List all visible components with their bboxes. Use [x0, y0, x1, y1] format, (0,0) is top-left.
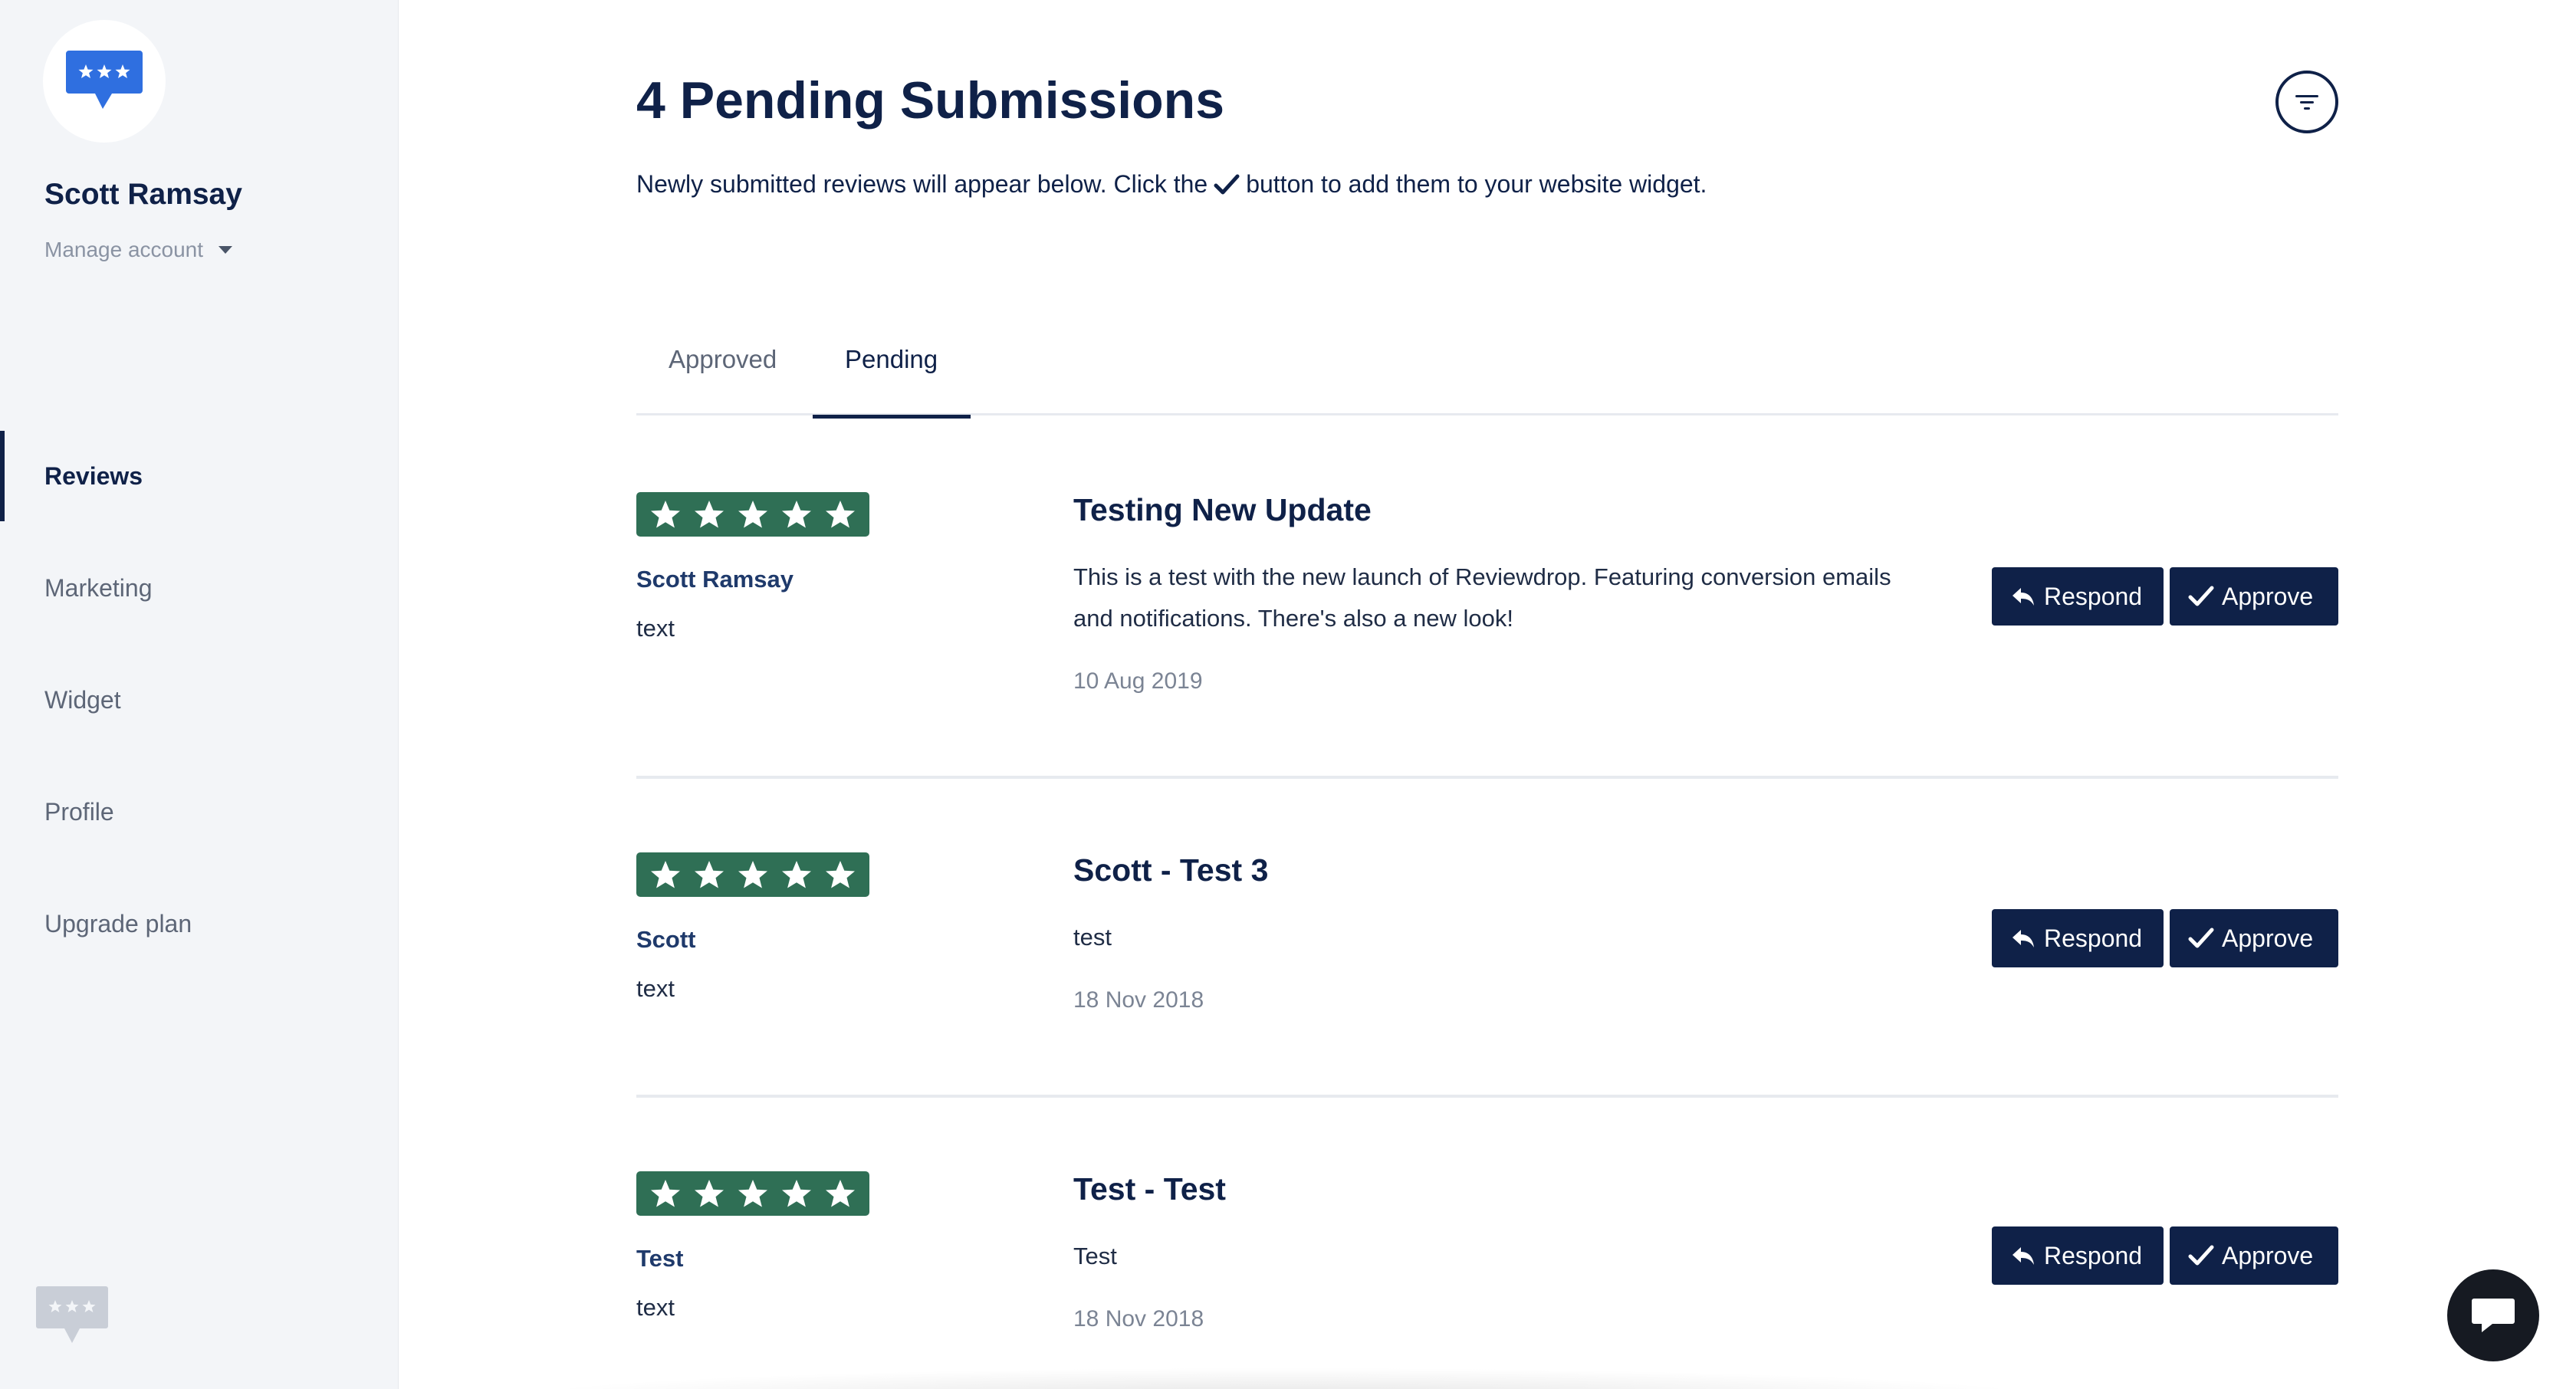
- approve-label: Approve: [2222, 582, 2314, 610]
- review-source: text: [636, 615, 675, 642]
- respond-button[interactable]: Respond: [1992, 1226, 2164, 1285]
- nav-item-marketing[interactable]: Marketing: [0, 543, 398, 633]
- page-subtitle: Newly submitted reviews will appear belo…: [636, 170, 1707, 199]
- filter-lines-icon: [2295, 95, 2318, 110]
- sidebar-logo-icon: [36, 1286, 108, 1343]
- respond-label: Respond: [2044, 1241, 2143, 1269]
- star-icon: [695, 861, 724, 888]
- page-title: 4 Pending Submissions: [636, 71, 1225, 130]
- row-divider: [636, 1095, 2338, 1098]
- star-icon: [651, 1180, 681, 1207]
- star-icon: [825, 501, 855, 528]
- review-body: test: [1073, 924, 1112, 951]
- star-icon: [781, 1180, 811, 1207]
- approve-label: Approve: [2222, 924, 2314, 952]
- nav-item-profile[interactable]: Profile: [0, 767, 398, 857]
- checkmark-icon: [1214, 174, 1240, 194]
- review-author: Scott Ramsay: [636, 566, 794, 593]
- main-nav: Reviews Marketing Widget Profile Upgrade…: [0, 431, 398, 990]
- review-date: 10 Aug 2019: [1073, 668, 1203, 694]
- chevron-down-icon: [219, 246, 233, 254]
- bottom-shadow: [506, 1368, 2062, 1389]
- review-title: Test - Test: [1073, 1171, 1226, 1207]
- review-row: Scott Ramsay text Testing New Update Thi…: [636, 492, 2338, 776]
- star-icon: [825, 861, 855, 888]
- review-date: 18 Nov 2018: [1073, 987, 1204, 1013]
- review-body: This is a test with the new launch of Re…: [1073, 563, 1891, 632]
- review-row: Scott text Scott - Test 3 test 18 Nov 20…: [636, 852, 2338, 1095]
- review-actions: Respond Approve: [1992, 567, 2338, 626]
- reply-arrow-icon: [2013, 1247, 2034, 1265]
- respond-button[interactable]: Respond: [1992, 567, 2164, 626]
- account-name: Scott Ramsay: [44, 178, 242, 211]
- respond-label: Respond: [2044, 924, 2143, 952]
- manage-account-dropdown[interactable]: Manage account: [44, 238, 233, 262]
- approve-button[interactable]: Approve: [2170, 1226, 2338, 1285]
- checkmark-icon: [2188, 586, 2214, 606]
- star-icon: [695, 501, 724, 528]
- review-tabs: Approved Pending: [636, 330, 2338, 419]
- review-author: Scott: [636, 926, 696, 953]
- star-rating: [636, 492, 869, 537]
- review-title: Testing New Update: [1073, 492, 1372, 527]
- speech-bubble-stars-icon: [66, 51, 143, 109]
- sidebar: Scott Ramsay Manage account Reviews Mark…: [0, 0, 399, 1389]
- reply-arrow-icon: [2013, 930, 2034, 947]
- review-source: text: [636, 1294, 675, 1321]
- reply-arrow-icon: [2013, 588, 2034, 606]
- subtitle-text-after: button to add them to your website widge…: [1246, 170, 1707, 198]
- checkmark-icon: [2188, 928, 2214, 948]
- review-actions: Respond Approve: [1992, 1226, 2338, 1285]
- avatar[interactable]: [43, 20, 166, 143]
- nav-item-upgrade-plan[interactable]: Upgrade plan: [0, 878, 398, 969]
- star-icon: [738, 861, 767, 888]
- approve-label: Approve: [2222, 1241, 2314, 1269]
- star-icon: [738, 1180, 767, 1207]
- chat-widget-button[interactable]: [2447, 1269, 2539, 1361]
- review-title: Scott - Test 3: [1073, 852, 1269, 888]
- checkmark-icon: [2188, 1245, 2214, 1266]
- subtitle-text-before: Newly submitted reviews will appear belo…: [636, 170, 1208, 198]
- star-icon: [651, 861, 681, 888]
- manage-account-label: Manage account: [44, 238, 204, 261]
- tab-pending[interactable]: Pending: [813, 330, 971, 419]
- star-icon: [738, 501, 767, 528]
- respond-button[interactable]: Respond: [1992, 909, 2164, 967]
- approve-button[interactable]: Approve: [2170, 567, 2338, 626]
- row-divider: [636, 776, 2338, 779]
- star-icon: [781, 861, 811, 888]
- filter-button[interactable]: [2275, 71, 2338, 133]
- tab-approved[interactable]: Approved: [636, 330, 813, 415]
- star-icon: [781, 501, 811, 528]
- star-icon: [695, 1180, 724, 1207]
- review-author: Test: [636, 1245, 684, 1272]
- chat-bubble-icon: [2472, 1299, 2515, 1332]
- star-icon: [825, 1180, 855, 1207]
- review-body: Test: [1073, 1243, 1117, 1269]
- star-rating: [636, 1171, 869, 1216]
- nav-item-widget[interactable]: Widget: [0, 655, 398, 745]
- respond-label: Respond: [2044, 582, 2143, 610]
- star-icon: [651, 501, 681, 528]
- star-rating: [636, 852, 869, 897]
- nav-item-reviews[interactable]: Reviews: [0, 431, 398, 521]
- review-actions: Respond Approve: [1992, 909, 2338, 967]
- review-date: 18 Nov 2018: [1073, 1306, 1204, 1332]
- review-row: Test text Test - Test Test 18 Nov 2018 R…: [636, 1171, 2338, 1389]
- approve-button[interactable]: Approve: [2170, 909, 2338, 967]
- review-source: text: [636, 975, 675, 1002]
